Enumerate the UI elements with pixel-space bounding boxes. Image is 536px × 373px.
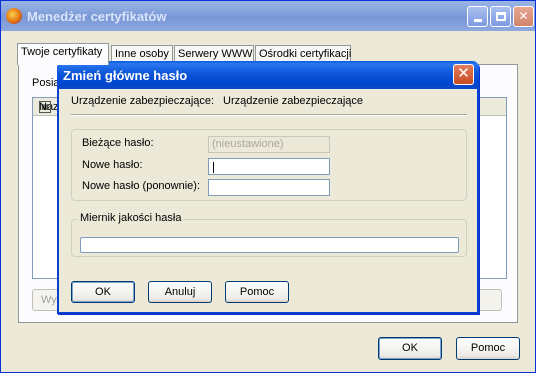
separator <box>71 114 467 116</box>
column-picker-icon[interactable]: ▤ <box>39 101 51 113</box>
password-quality-label: Miernik jakości hasła <box>78 212 184 224</box>
password-quality-meter <box>80 237 459 253</box>
maximize-button[interactable] <box>490 6 511 27</box>
current-password-label: Bieżące hasło: <box>82 137 154 149</box>
close-icon: ✕ <box>457 65 470 82</box>
dialog-title: Zmień główne hasło <box>63 68 188 83</box>
text-caret <box>213 162 214 173</box>
window-title: Menedżer certyfikatów <box>27 9 167 24</box>
tab-your-certificates[interactable]: Twoje certyfikaty <box>17 43 109 65</box>
minimize-button[interactable] <box>467 6 488 27</box>
new-password-field[interactable] <box>208 158 330 175</box>
dialog-titlebar[interactable]: Zmień główne hasło ✕ <box>57 61 479 89</box>
new-password-label: Nowe hasło: <box>82 159 143 171</box>
close-icon: ✕ <box>518 9 529 23</box>
panel-description: Posia <box>32 77 60 89</box>
current-password-field: (nieustawione) <box>208 136 330 153</box>
dialog-cancel-button[interactable]: Anuluj <box>148 281 212 303</box>
dialog-ok-button[interactable]: OK <box>71 281 135 303</box>
password-quality-group: Miernik jakości hasła <box>71 212 467 257</box>
minimize-icon <box>473 19 482 22</box>
security-device-value: Urządzenie zabezpieczające <box>223 95 364 107</box>
confirm-password-label: Nowe hasło (ponownie): <box>82 180 201 192</box>
security-device-label: Urządzenie zabezpieczające: <box>71 95 215 107</box>
firefox-icon <box>6 8 22 24</box>
close-button[interactable]: ✕ <box>513 6 534 27</box>
change-master-password-dialog: Zmień główne hasło ✕ Urządzenie zabezpie… <box>57 61 479 314</box>
password-fields-group: Bieżące hasło: (nieustawione) Nowe hasło… <box>71 129 467 201</box>
maximize-icon <box>495 12 506 21</box>
dialog-close-button[interactable]: ✕ <box>453 64 474 85</box>
dialog-help-button[interactable]: Pomoc <box>225 281 289 303</box>
confirm-password-field[interactable] <box>208 179 330 196</box>
window-help-button[interactable]: Pomoc <box>456 337 520 360</box>
window-titlebar[interactable]: Menedżer certyfikatów ✕ <box>1 1 535 31</box>
window-ok-button[interactable]: OK <box>378 337 442 360</box>
